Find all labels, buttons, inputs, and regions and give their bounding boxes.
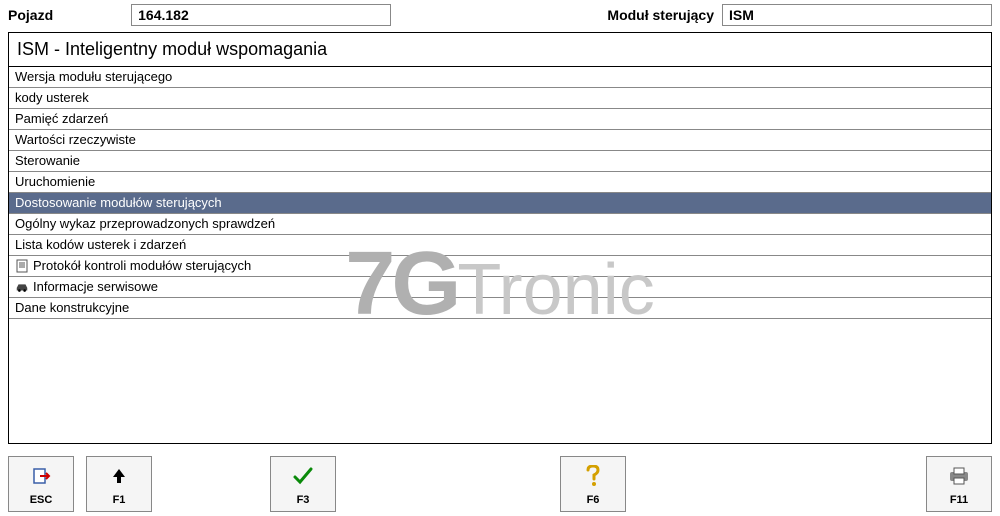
menu-item[interactable]: Uruchomienie: [9, 172, 991, 193]
menu-item[interactable]: Pamięć zdarzeń: [9, 109, 991, 130]
f3-button[interactable]: F3: [270, 456, 336, 512]
menu-item-label: Wersja modułu sterującego: [15, 69, 172, 85]
esc-label: ESC: [30, 494, 53, 506]
f1-label: F1: [113, 494, 126, 506]
footer-bar: ESC F1 F3 F6: [0, 452, 1000, 516]
menu-item-label: Ogólny wykaz przeprowadzonych sprawdzeń: [15, 216, 275, 232]
menu-item-label: Uruchomienie: [15, 174, 95, 190]
menu-item[interactable]: Ogólny wykaz przeprowadzonych sprawdzeń: [9, 214, 991, 235]
f3-label: F3: [297, 494, 310, 506]
menu-item-label: Protokół kontroli modułów sterujących: [33, 258, 251, 274]
help-icon: [583, 462, 603, 490]
menu-item-label: Wartości rzeczywiste: [15, 132, 136, 148]
print-icon: [947, 462, 971, 490]
menu-item[interactable]: Informacje serwisowe: [9, 277, 991, 298]
module-input[interactable]: [722, 4, 992, 26]
f6-button[interactable]: F6: [560, 456, 626, 512]
car-icon: [15, 280, 29, 294]
menu-item[interactable]: Sterowanie: [9, 151, 991, 172]
menu-item[interactable]: Wartości rzeczywiste: [9, 130, 991, 151]
check-icon: [292, 462, 314, 490]
menu-item[interactable]: Dostosowanie modułów sterujących: [9, 193, 991, 214]
f11-button[interactable]: F11: [926, 456, 992, 512]
document-icon: [15, 259, 29, 273]
esc-button[interactable]: ESC: [8, 456, 74, 512]
up-arrow-icon: [110, 462, 128, 490]
menu-item-label: Pamięć zdarzeń: [15, 111, 108, 127]
menu-item[interactable]: Dane konstrukcyjne: [9, 298, 991, 319]
vehicle-label: Pojazd: [8, 7, 53, 23]
exit-icon: [31, 462, 51, 490]
module-label: Moduł sterujący: [607, 7, 714, 23]
f6-label: F6: [587, 494, 600, 506]
menu-item-label: Informacje serwisowe: [33, 279, 158, 295]
menu-item-label: kody usterek: [15, 90, 89, 106]
panel-title: ISM - Inteligentny moduł wspomagania: [9, 33, 991, 67]
menu-item-label: Lista kodów usterek i zdarzeń: [15, 237, 186, 253]
f11-label: F11: [950, 494, 968, 506]
menu-item[interactable]: Lista kodów usterek i zdarzeń: [9, 235, 991, 256]
menu-item[interactable]: Protokół kontroli modułów sterujących: [9, 256, 991, 277]
vehicle-input[interactable]: [131, 4, 391, 26]
menu-item-label: Dostosowanie modułów sterujących: [15, 195, 222, 211]
main-panel: ISM - Inteligentny moduł wspomagania Wer…: [8, 32, 992, 444]
menu-item-label: Dane konstrukcyjne: [15, 300, 129, 316]
f1-button[interactable]: F1: [86, 456, 152, 512]
menu-item[interactable]: kody usterek: [9, 88, 991, 109]
menu-list: Wersja modułu sterującego kody usterek Pam…: [9, 67, 991, 319]
menu-item[interactable]: Wersja modułu sterującego: [9, 67, 991, 88]
menu-item-label: Sterowanie: [15, 153, 80, 169]
